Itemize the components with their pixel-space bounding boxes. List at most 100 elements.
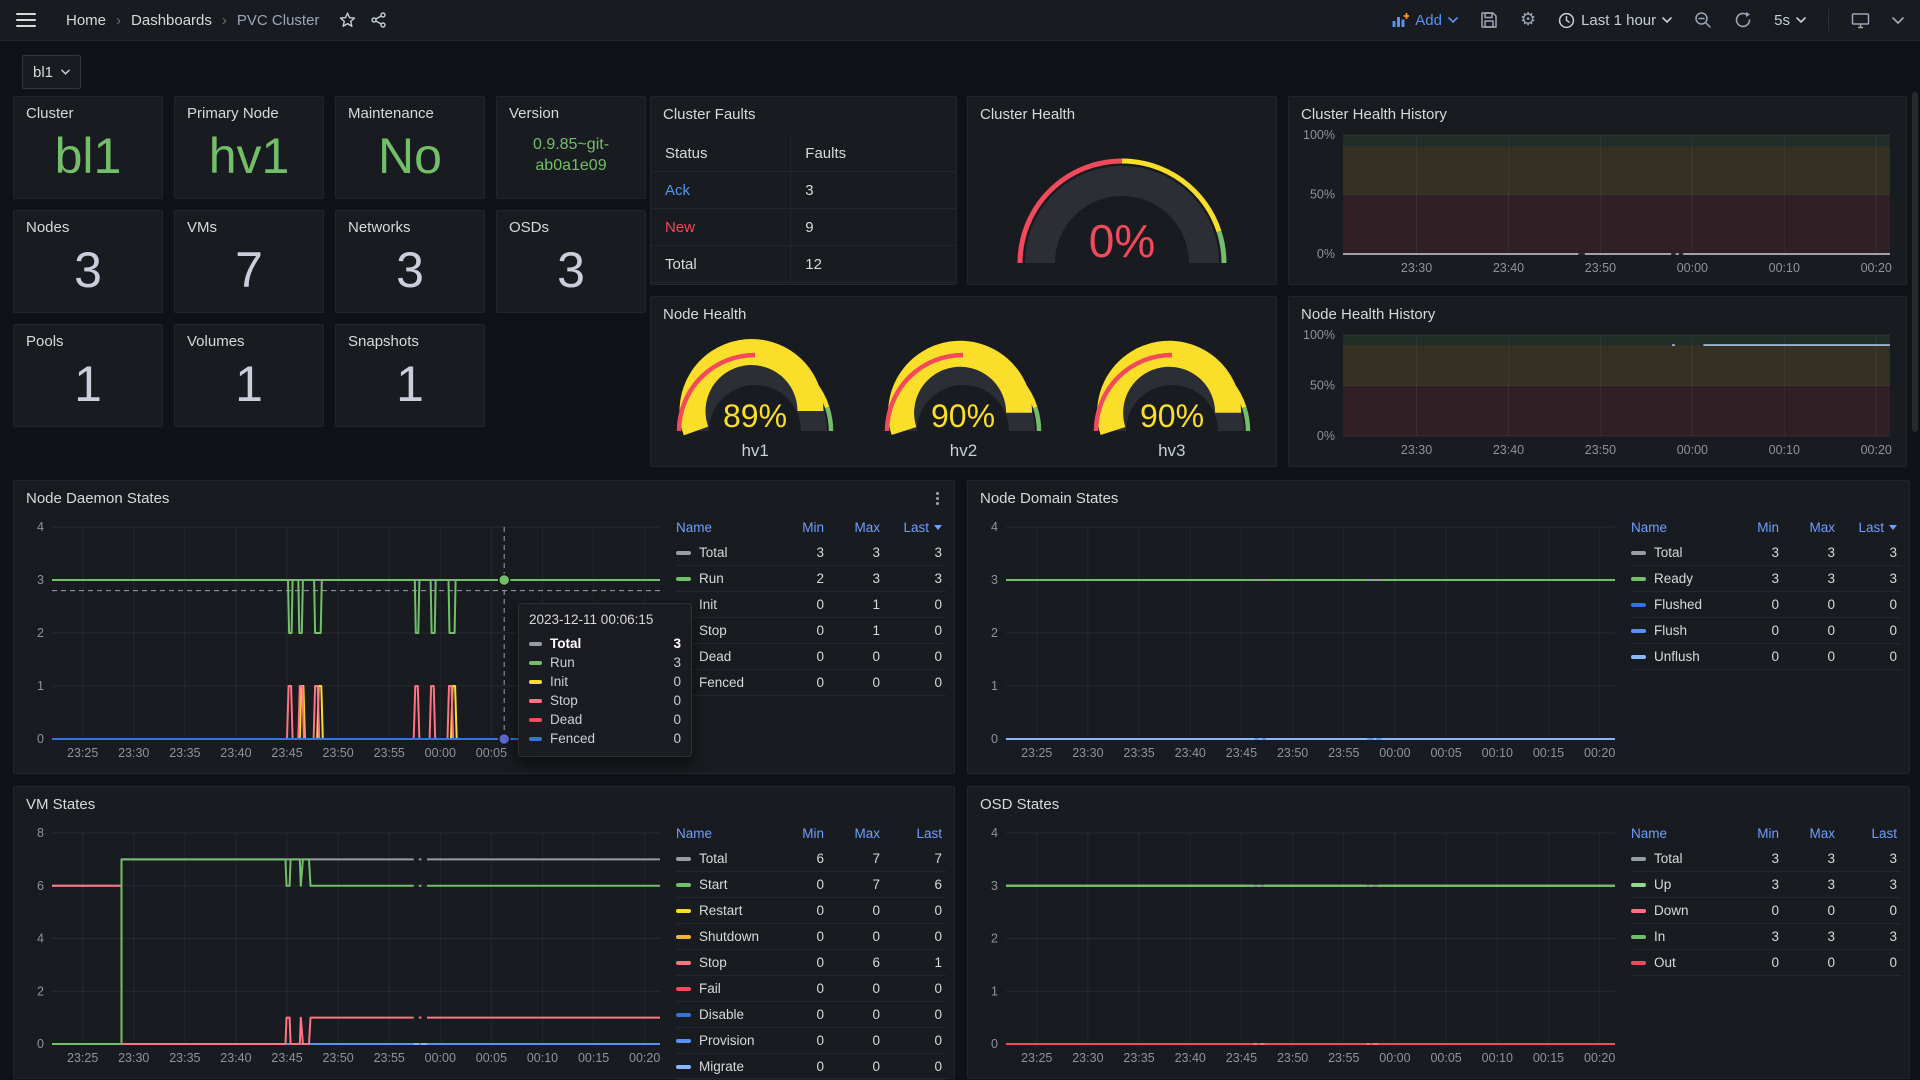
legend-series-total[interactable]: Total: [676, 851, 776, 866]
legend-header-max[interactable]: Max: [1783, 520, 1839, 535]
legend-min: 6: [776, 851, 828, 866]
legend-series-provision[interactable]: Provision: [676, 1033, 776, 1048]
panel-title[interactable]: Cluster Health: [968, 97, 1276, 131]
legend-series-disable[interactable]: Disable: [676, 1007, 776, 1022]
svg-text:23:30: 23:30: [1401, 261, 1432, 275]
legend-series-start[interactable]: Start: [676, 877, 776, 892]
legend-header-name[interactable]: Name: [676, 826, 776, 841]
panel-title[interactable]: OSD States: [968, 787, 1909, 821]
legend-header-name[interactable]: Name: [676, 520, 776, 535]
series-color-swatch: [529, 699, 542, 703]
time-range-label: Last 1 hour: [1581, 12, 1656, 29]
legend-last: 0: [884, 903, 946, 918]
svg-text:23:40: 23:40: [220, 1051, 251, 1065]
legend-min: 0: [776, 877, 828, 892]
panel-title[interactable]: VM States: [14, 787, 954, 821]
legend-last: 0: [1839, 623, 1901, 638]
legend-header-last[interactable]: Last: [1839, 520, 1901, 535]
breadcrumb-current: PVC Cluster: [237, 12, 320, 29]
legend-series-flush[interactable]: Flush: [1631, 623, 1731, 638]
panel-title[interactable]: Node Domain States: [968, 481, 1909, 515]
hamburger-menu-icon[interactable]: [16, 12, 36, 28]
legend-series-shutdown[interactable]: Shutdown: [676, 929, 776, 944]
legend-series-fail[interactable]: Fail: [676, 981, 776, 996]
legend-series-in[interactable]: In: [1631, 929, 1731, 944]
refresh-interval-label: 5s: [1774, 12, 1790, 29]
legend-min: 2: [776, 571, 828, 586]
legend-header-max[interactable]: Max: [828, 826, 884, 841]
time-range-picker[interactable]: Last 1 hour: [1558, 12, 1672, 29]
legend-header: NameMinMaxLast: [676, 515, 946, 540]
series-color-swatch: [1631, 857, 1646, 861]
breadcrumb-home[interactable]: Home: [66, 12, 106, 29]
refresh-interval-picker[interactable]: 5s: [1774, 12, 1806, 29]
legend-header-last[interactable]: Last: [1839, 826, 1901, 841]
legend-last: 3: [1839, 571, 1901, 586]
node-health-history-chart[interactable]: 0%50%100%23:3023:4023:5000:0000:1000:20: [1297, 329, 1898, 467]
legend-max: 3: [1783, 877, 1839, 892]
cluster-variable-picker[interactable]: bl1: [22, 55, 81, 89]
legend-header-min[interactable]: Min: [1731, 520, 1783, 535]
legend-last: 6: [884, 877, 946, 892]
vm-states-chart[interactable]: 0246823:2523:3023:3523:4023:4523:5023:55…: [22, 823, 672, 1077]
legend-header-min[interactable]: Min: [1731, 826, 1783, 841]
panel-title[interactable]: Node Daemon States: [14, 481, 954, 515]
sort-caret-icon: [934, 525, 942, 530]
legend-series-flushed[interactable]: Flushed: [1631, 597, 1731, 612]
faults-table-header: Status Faults: [651, 135, 956, 172]
legend-series-out[interactable]: Out: [1631, 955, 1731, 970]
legend-series-stop[interactable]: Stop: [676, 955, 776, 970]
stat-title: OSDs: [497, 211, 645, 236]
tooltip-timestamp: 2023-12-11 00:06:15: [529, 612, 681, 627]
share-icon[interactable]: [370, 12, 387, 28]
column-header[interactable]: Faults: [791, 145, 956, 162]
zoom-out-icon[interactable]: [1694, 11, 1712, 29]
cluster-health-history-chart[interactable]: 0%50%100%23:3023:4023:5000:0000:1000:20: [1297, 129, 1898, 285]
osd-states-chart[interactable]: 0123423:2523:3023:3523:4023:4523:5023:55…: [976, 823, 1627, 1077]
legend-series-run[interactable]: Run: [676, 571, 776, 586]
legend-series-migrate[interactable]: Migrate: [676, 1059, 776, 1074]
svg-text:6: 6: [37, 879, 44, 893]
legend-header-last[interactable]: Last: [884, 826, 946, 841]
legend-series-up[interactable]: Up: [1631, 877, 1731, 892]
node-domain-states-chart[interactable]: 0123423:2523:3023:3523:4023:4523:5023:55…: [976, 517, 1627, 772]
panel-title[interactable]: Cluster Faults: [651, 97, 956, 131]
svg-text:00:10: 00:10: [527, 1051, 558, 1065]
panel-title[interactable]: Cluster Health History: [1289, 97, 1906, 131]
save-dashboard-icon[interactable]: [1480, 11, 1498, 29]
legend-series-total[interactable]: Total: [1631, 851, 1731, 866]
legend-header-max[interactable]: Max: [828, 520, 884, 535]
legend-series-restart[interactable]: Restart: [676, 903, 776, 918]
panel-menu-kebab-icon[interactable]: [928, 489, 946, 507]
legend-header-last[interactable]: Last: [884, 520, 946, 535]
svg-text:23:35: 23:35: [1123, 746, 1154, 760]
chevron-down-icon[interactable]: [1892, 17, 1904, 24]
stat-value: 3: [497, 236, 645, 303]
legend-header-max[interactable]: Max: [1783, 826, 1839, 841]
legend-last: 0: [884, 649, 946, 664]
legend-last: 0: [1839, 597, 1901, 612]
legend-header-name[interactable]: Name: [1631, 520, 1731, 535]
sort-caret-icon: [1889, 525, 1897, 530]
breadcrumb-dashboards[interactable]: Dashboards: [131, 12, 212, 29]
stat-title: VMs: [175, 211, 323, 236]
legend-series-down[interactable]: Down: [1631, 903, 1731, 918]
legend-series-total[interactable]: Total: [1631, 545, 1731, 560]
refresh-icon[interactable]: [1734, 11, 1752, 29]
panel-title[interactable]: Node Health History: [1289, 297, 1906, 331]
star-icon[interactable]: [339, 12, 356, 28]
column-header[interactable]: Status: [651, 135, 791, 171]
legend-series-unflush[interactable]: Unflush: [1631, 649, 1731, 664]
legend-header-name[interactable]: Name: [1631, 826, 1731, 841]
settings-gear-icon[interactable]: ⚙: [1520, 11, 1536, 29]
legend-series-ready[interactable]: Ready: [1631, 571, 1731, 586]
legend-series-total[interactable]: Total: [676, 545, 776, 560]
legend-header-min[interactable]: Min: [776, 826, 828, 841]
monitor-icon[interactable]: [1851, 12, 1870, 29]
faults-table: Status Faults Ack3New9Total12: [651, 135, 956, 283]
legend-header-min[interactable]: Min: [776, 520, 828, 535]
tooltip-row: Total3: [529, 634, 681, 653]
add-button[interactable]: Add: [1392, 12, 1458, 29]
page-scrollbar[interactable]: [1912, 92, 1918, 432]
panel-title[interactable]: Node Health: [651, 297, 1276, 331]
